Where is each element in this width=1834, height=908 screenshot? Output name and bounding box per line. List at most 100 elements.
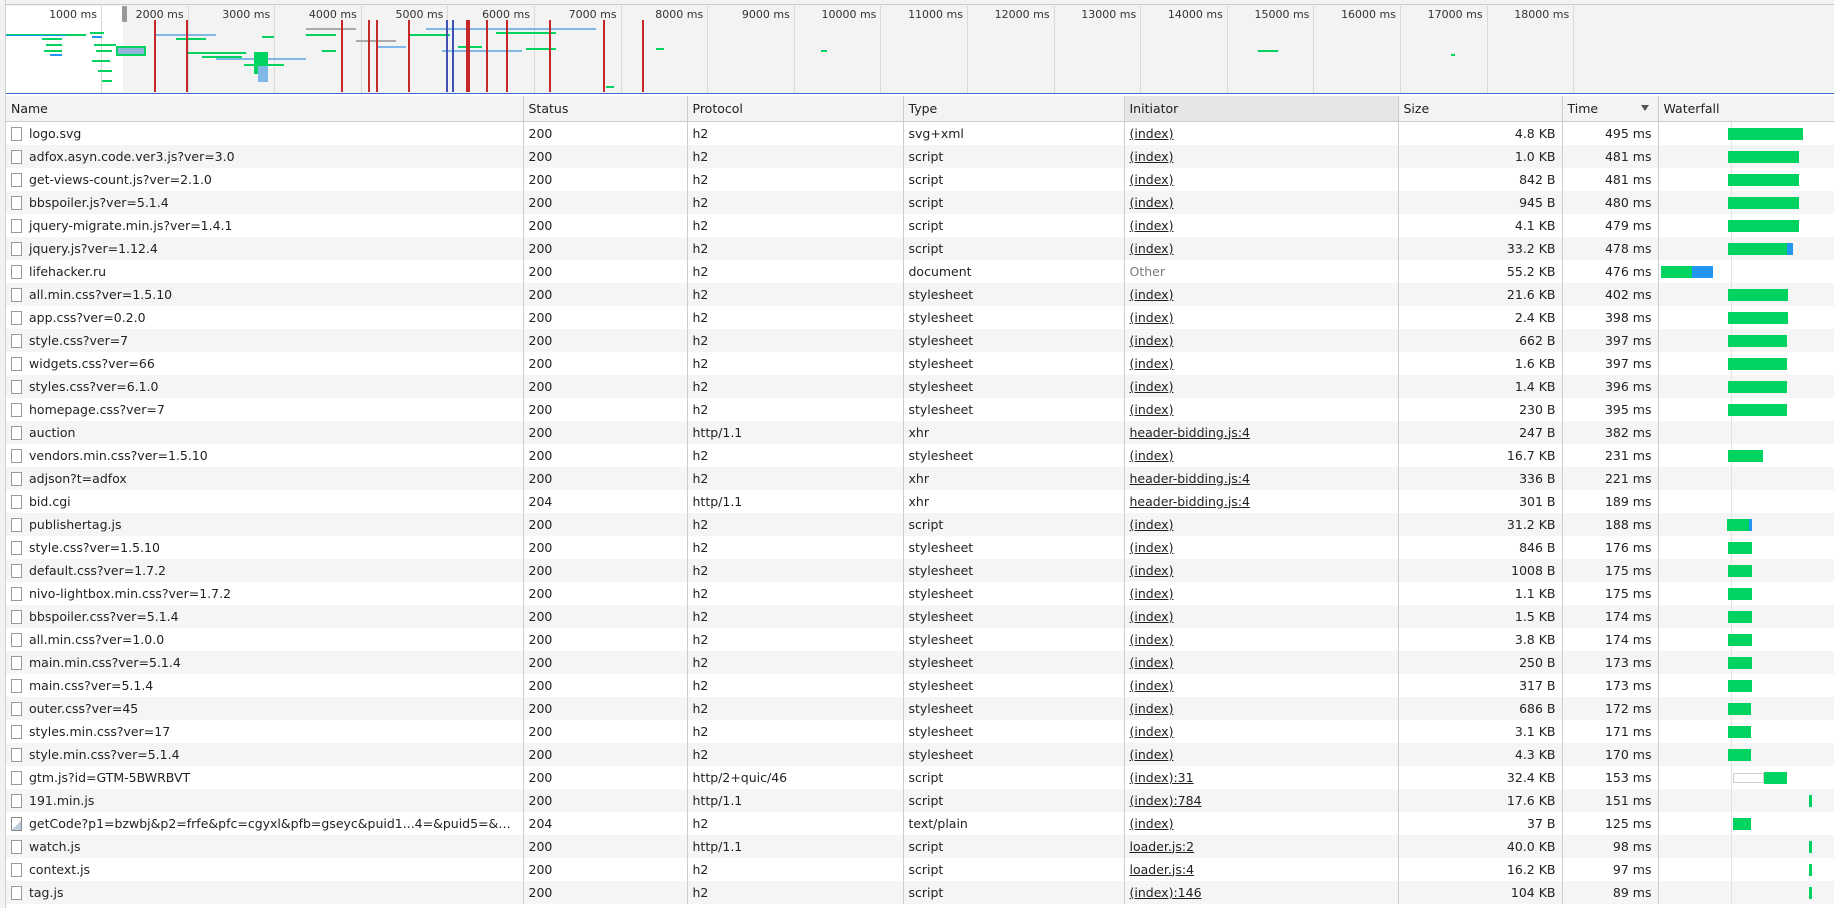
initiator-link[interactable]: (index) [1130, 609, 1174, 624]
cell-name[interactable]: main.css?ver=5.1.4 [6, 673, 524, 697]
table-row[interactable]: bbspoiler.css?ver=5.1.4 200 h2 stylesheet (i… [6, 604, 1834, 628]
cell-name[interactable]: style.css?ver=1.5.10 [6, 535, 524, 559]
column-header-time[interactable]: Time [1562, 96, 1659, 122]
table-row[interactable]: main.css?ver=5.1.4 200 h2 stylesheet (index)… [6, 673, 1834, 697]
table-row[interactable]: bbspoiler.js?ver=5.1.4 200 h2 script (index)… [6, 190, 1834, 214]
table-row[interactable]: style.min.css?ver=5.1.4 200 h2 stylesheet (i… [6, 742, 1834, 766]
initiator-link[interactable]: (index) [1130, 448, 1174, 463]
table-row[interactable]: jquery-migrate.min.js?ver=1.4.1 200 h2 scri… [6, 213, 1834, 237]
cell-name[interactable]: watch.js [6, 834, 524, 858]
table-row[interactable]: style.css?ver=7 200 h2 stylesheet (index) 662… [6, 328, 1834, 352]
cell-name[interactable]: auction [6, 420, 524, 444]
cell-name[interactable]: default.css?ver=1.7.2 [6, 558, 524, 582]
initiator-link[interactable]: (index) [1130, 218, 1174, 233]
cell-name[interactable]: bbspoiler.js?ver=5.1.4 [6, 190, 524, 214]
cell-name[interactable]: getCode?p1=bzwbj&p2=frfe&pfc=cgyxl&pfb=g… [6, 811, 524, 835]
table-row[interactable]: vendors.min.css?ver=1.5.10 200 h2 styleshee… [6, 443, 1834, 467]
table-row[interactable]: outer.css?ver=45 200 h2 stylesheet (index) 68… [6, 696, 1834, 720]
table-row[interactable]: publishertag.js 200 h2 script (index) 31.2 KB… [6, 512, 1834, 536]
cell-name[interactable]: widgets.css?ver=66 [6, 351, 524, 375]
table-row[interactable]: bid.cgi 204 http/1.1 xhr header-bidding.js:4… [6, 489, 1834, 513]
column-header-protocol[interactable]: Protocol [687, 96, 904, 122]
cell-name[interactable]: nivo-lightbox.min.css?ver=1.7.2 [6, 581, 524, 605]
table-row[interactable]: gtm.js?id=GTM-5BWRBVT 200 http/2+quic/46 sc… [6, 765, 1834, 789]
initiator-link[interactable]: header-bidding.js:4 [1130, 471, 1250, 486]
cell-name[interactable]: context.js [6, 857, 524, 881]
initiator-link[interactable]: header-bidding.js:4 [1130, 494, 1250, 509]
table-row[interactable]: adfox.asyn.code.ver3.js?ver=3.0 200 h2 scri… [6, 144, 1834, 168]
table-row[interactable]: styles.css?ver=6.1.0 200 h2 stylesheet (inde… [6, 374, 1834, 398]
cell-name[interactable]: styles.min.css?ver=17 [6, 719, 524, 743]
initiator-link[interactable]: (index) [1130, 149, 1174, 164]
table-row[interactable]: watch.js 200 http/1.1 script loader.js:2 40.0… [6, 834, 1834, 858]
table-row[interactable]: logo.svg 200 h2 svg+xml (index) 4.8 KB 495 ms [6, 121, 1834, 145]
cell-name[interactable]: lifehacker.ru [6, 259, 524, 283]
initiator-link[interactable]: (index) [1130, 563, 1174, 578]
cell-name[interactable]: get-views-count.js?ver=2.1.0 [6, 167, 524, 191]
cell-name[interactable]: adjson?t=adfox [6, 466, 524, 490]
initiator-link[interactable]: (index) [1130, 333, 1174, 348]
initiator-link[interactable]: (index):784 [1130, 793, 1202, 808]
initiator-link[interactable]: (index) [1130, 287, 1174, 302]
initiator-link[interactable]: (index) [1130, 241, 1174, 256]
initiator-link[interactable]: (index) [1130, 379, 1174, 394]
initiator-link[interactable]: (index) [1130, 195, 1174, 210]
initiator-link[interactable]: loader.js:4 [1130, 862, 1195, 877]
table-row[interactable]: widgets.css?ver=66 200 h2 stylesheet (index)… [6, 351, 1834, 375]
initiator-link[interactable]: (index) [1130, 655, 1174, 670]
table-row[interactable]: nivo-lightbox.min.css?ver=1.7.2 200 h2 styl… [6, 581, 1834, 605]
table-row[interactable]: style.css?ver=1.5.10 200 h2 stylesheet (inde… [6, 535, 1834, 559]
cell-name[interactable]: styles.css?ver=6.1.0 [6, 374, 524, 398]
table-row[interactable]: all.min.css?ver=1.5.10 200 h2 stylesheet (in… [6, 282, 1834, 306]
column-header-status[interactable]: Status [523, 96, 688, 122]
cell-name[interactable]: main.min.css?ver=5.1.4 [6, 650, 524, 674]
cell-name[interactable]: bid.cgi [6, 489, 524, 513]
cell-name[interactable]: homepage.css?ver=7 [6, 397, 524, 421]
table-row[interactable]: homepage.css?ver=7 200 h2 stylesheet (index)… [6, 397, 1834, 421]
initiator-link[interactable]: (index) [1130, 310, 1174, 325]
initiator-link[interactable]: header-bidding.js:4 [1130, 425, 1250, 440]
cell-name[interactable]: app.css?ver=0.2.0 [6, 305, 524, 329]
cell-name[interactable]: tag.js [6, 880, 524, 904]
table-row[interactable]: getCode?p1=bzwbj&p2=frfe&pfc=cgyxl&pfb=g… [6, 811, 1834, 835]
table-row[interactable]: main.min.css?ver=5.1.4 200 h2 stylesheet (in… [6, 650, 1834, 674]
initiator-link[interactable]: (index) [1130, 632, 1174, 647]
cell-name[interactable]: publishertag.js [6, 512, 524, 536]
cell-name[interactable]: 191.min.js [6, 788, 524, 812]
column-header-initiator[interactable]: Initiator [1124, 96, 1399, 122]
initiator-link[interactable]: (index):31 [1130, 770, 1194, 785]
table-row[interactable]: app.css?ver=0.2.0 200 h2 stylesheet (index) 2… [6, 305, 1834, 329]
overview-timeline[interactable]: 1000 ms 2000 ms 3000 ms 4000 ms 5000 ms 6000 … [6, 0, 1834, 94]
cell-name[interactable]: jquery-migrate.min.js?ver=1.4.1 [6, 213, 524, 237]
cell-name[interactable]: vendors.min.css?ver=1.5.10 [6, 443, 524, 467]
column-header-size[interactable]: Size [1398, 96, 1563, 122]
column-header-waterfall[interactable]: Waterfall [1658, 96, 1834, 122]
cell-name[interactable]: style.min.css?ver=5.1.4 [6, 742, 524, 766]
cell-name[interactable]: gtm.js?id=GTM-5BWRBVT [6, 765, 524, 789]
table-row[interactable]: jquery.js?ver=1.12.4 200 h2 script (index) 33… [6, 236, 1834, 260]
table-row[interactable]: 191.min.js 200 http/1.1 script (index):784 17… [6, 788, 1834, 812]
table-row[interactable]: get-views-count.js?ver=2.1.0 200 h2 script (… [6, 167, 1834, 191]
initiator-link[interactable]: (index) [1130, 816, 1174, 831]
initiator-link[interactable]: (index) [1130, 747, 1174, 762]
cell-name[interactable]: style.css?ver=7 [6, 328, 524, 352]
initiator-link[interactable]: (index) [1130, 356, 1174, 371]
cell-name[interactable]: jquery.js?ver=1.12.4 [6, 236, 524, 260]
cell-name[interactable]: logo.svg [6, 121, 524, 145]
cell-name[interactable]: adfox.asyn.code.ver3.js?ver=3.0 [6, 144, 524, 168]
table-row[interactable]: context.js 200 h2 script loader.js:4 16.2 KB 9… [6, 857, 1834, 881]
initiator-link[interactable]: (index) [1130, 402, 1174, 417]
initiator-link[interactable]: (index):146 [1130, 885, 1202, 900]
initiator-link[interactable]: loader.js:2 [1130, 839, 1195, 854]
cell-name[interactable]: all.min.css?ver=1.5.10 [6, 282, 524, 306]
initiator-link[interactable]: (index) [1130, 172, 1174, 187]
initiator-link[interactable]: (index) [1130, 678, 1174, 693]
table-row[interactable]: tag.js 200 h2 script (index):146 104 KB 89 ms [6, 880, 1834, 904]
table-row[interactable]: all.min.css?ver=1.0.0 200 h2 stylesheet (ind… [6, 627, 1834, 651]
initiator-link[interactable]: (index) [1130, 724, 1174, 739]
table-row[interactable]: styles.min.css?ver=17 200 h2 stylesheet (ind… [6, 719, 1834, 743]
initiator-link[interactable]: (index) [1130, 701, 1174, 716]
initiator-link[interactable]: (index) [1130, 126, 1174, 141]
table-row[interactable]: lifehacker.ru 200 h2 document Other 55.2 KB 47… [6, 259, 1834, 283]
initiator-link[interactable]: (index) [1130, 540, 1174, 555]
